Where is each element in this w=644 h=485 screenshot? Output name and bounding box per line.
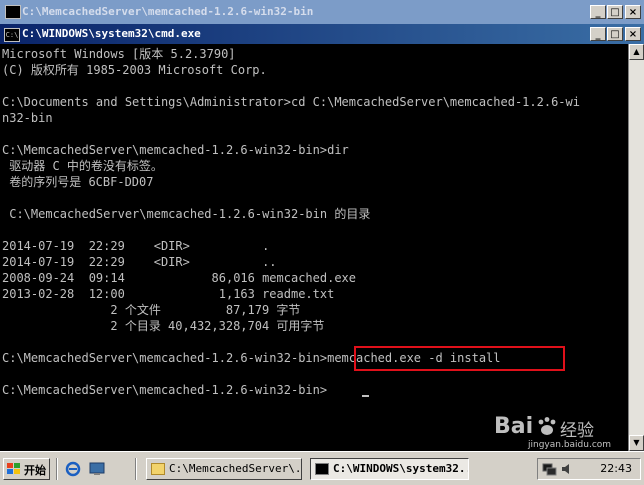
taskbar-separator [135,458,137,480]
tray-network-icon[interactable] [542,462,557,476]
cmd-maximize-button[interactable]: □ [607,27,623,41]
console-line: C:\Documents and Settings\Administrator>… [2,95,580,109]
taskbar-clock[interactable]: 22:43 [600,462,632,475]
console-line: 驱动器 C 中的卷没有标签。 [2,159,163,173]
console-line: 2014-07-19 22:29 <DIR> .. [2,255,277,269]
ie-icon[interactable] [65,461,81,477]
cmd-icon [5,5,21,19]
start-label: 开始 [24,464,46,477]
cmd-close-button[interactable]: × [625,27,641,41]
scroll-up-button[interactable]: ▲ [629,44,644,60]
outer-window-titlebar[interactable]: C:\MemcachedServer\memcached-1.2.6-win32… [0,0,644,25]
cmd-window-title: C:\WINDOWS\system32\cmd.exe [22,27,201,40]
scroll-down-button[interactable]: ▼ [629,435,644,451]
taskbar-task-cmd[interactable]: C:\WINDOWS\system32... [310,458,469,480]
outer-close-button[interactable]: × [625,5,641,19]
outer-maximize-button[interactable]: □ [607,5,623,19]
console-line: 2014-07-19 22:29 <DIR> . [2,239,270,253]
command-highlight-box [354,346,565,371]
cmd-window-titlebar[interactable]: C:\ C:\WINDOWS\system32\cmd.exe _ □ × [0,24,644,44]
console-line: 卷的序列号是 6CBF-DD07 [2,175,154,189]
taskbar: 开始 C:\MemcachedServer\... C:\WINDOWS\sys… [0,451,644,485]
console-line: Microsoft Windows [版本 5.2.3790] [2,47,236,61]
console-line: C:\MemcachedServer\memcached-1.2.6-win32… [2,207,371,221]
windows-flag-icon [7,463,20,474]
console-line: 2013-02-28 12:00 1,163 readme.txt [2,287,335,301]
taskbar-separator [56,458,58,480]
tray-volume-icon[interactable] [560,462,575,476]
desktop-icon[interactable] [89,461,105,477]
console-line: 2 个文件 87,179 字节 [2,303,301,317]
start-button[interactable]: 开始 [3,458,50,480]
taskbar-task-explorer[interactable]: C:\MemcachedServer\... [146,458,302,480]
console-line: (C) 版权所有 1985-2003 Microsoft Corp. [2,63,267,77]
folder-icon [151,463,165,475]
console-output[interactable]: Microsoft Windows [版本 5.2.3790] (C) 版权所有… [0,44,628,451]
system-tray: 22:43 [537,458,641,480]
console-line: n32-bin [2,111,53,125]
outer-minimize-button[interactable]: _ [590,5,606,19]
task-label: C:\MemcachedServer\... [169,462,302,475]
text-cursor [362,395,369,397]
cmd-minimize-button[interactable]: _ [590,27,606,41]
task-label: C:\WINDOWS\system32... [333,462,469,475]
console-line: C:\MemcachedServer\memcached-1.2.6-win32… [2,143,349,157]
console-scrollbar[interactable]: ▲ ▼ [628,44,644,451]
cmd-icon [315,463,329,475]
cmd-icon: C:\ [4,28,20,42]
outer-window-title: C:\MemcachedServer\memcached-1.2.6-win32… [22,5,314,18]
console-line: 2 个目录 40,432,328,704 可用字节 [2,319,325,333]
console-line: 2008-09-24 09:14 86,016 memcached.exe [2,271,357,285]
console-line: C:\MemcachedServer\memcached-1.2.6-win32… [2,383,328,397]
